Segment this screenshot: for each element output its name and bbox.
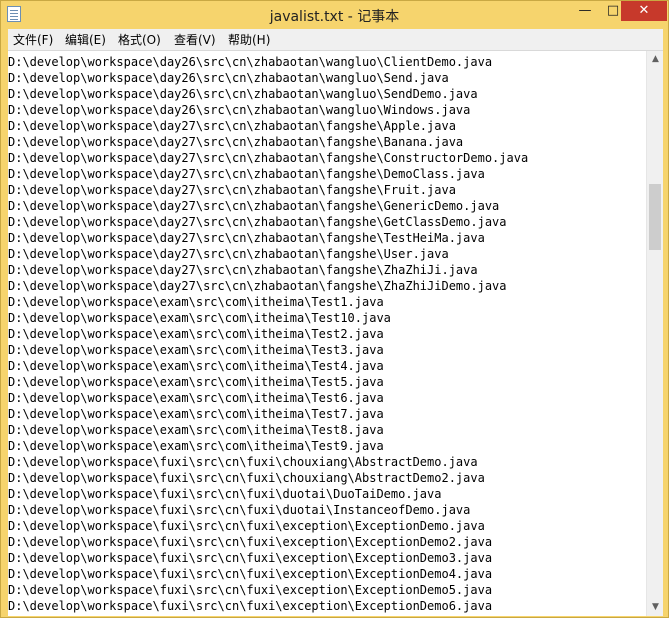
text-line: D:\develop\workspace\exam\src\com\itheim… bbox=[8, 375, 384, 389]
text-line: D:\develop\workspace\day27\src\cn\zhabao… bbox=[8, 167, 485, 181]
text-line: D:\develop\workspace\day27\src\cn\zhabao… bbox=[8, 119, 456, 133]
text-line: D:\develop\workspace\fuxi\src\cn\fuxi\ex… bbox=[8, 519, 485, 533]
text-line: D:\develop\workspace\exam\src\com\itheim… bbox=[8, 327, 384, 341]
text-line: D:\develop\workspace\exam\src\com\itheim… bbox=[8, 359, 384, 373]
text-line: D:\develop\workspace\day26\src\cn\zhabao… bbox=[8, 55, 493, 69]
text-line: D:\develop\workspace\day27\src\cn\zhabao… bbox=[8, 199, 500, 213]
text-line: D:\develop\workspace\fuxi\src\cn\fuxi\du… bbox=[8, 487, 442, 501]
text-line: D:\develop\workspace\fuxi\src\cn\fuxi\ch… bbox=[8, 455, 478, 469]
menu-file[interactable]: 文件(F) bbox=[13, 31, 53, 48]
menu-help[interactable]: 帮助(H) bbox=[228, 31, 270, 48]
menu-view[interactable]: 查看(V) bbox=[174, 31, 216, 48]
minimize-button[interactable]: — bbox=[571, 1, 599, 21]
text-line: D:\develop\workspace\day26\src\cn\zhabao… bbox=[8, 87, 478, 101]
text-line: D:\develop\workspace\fuxi\src\cn\fuxi\ex… bbox=[8, 599, 493, 613]
text-line: D:\develop\workspace\day27\src\cn\zhabao… bbox=[8, 247, 449, 261]
text-line: D:\develop\workspace\fuxi\src\cn\fuxi\ex… bbox=[8, 567, 493, 581]
text-line: D:\develop\workspace\day27\src\cn\zhabao… bbox=[8, 263, 478, 277]
notepad-window: javalist.txt - 记事本 — □ ✕ 文件(F) 编辑(E) 格式(… bbox=[0, 0, 669, 618]
text-line: D:\develop\workspace\day27\src\cn\zhabao… bbox=[8, 135, 464, 149]
text-line: D:\develop\workspace\exam\src\com\itheim… bbox=[8, 439, 384, 453]
text-line: D:\develop\workspace\day26\src\cn\zhabao… bbox=[8, 71, 449, 85]
text-line: D:\develop\workspace\day27\src\cn\zhabao… bbox=[8, 151, 529, 165]
text-line: D:\develop\workspace\exam\src\com\itheim… bbox=[8, 407, 384, 421]
text-line: D:\develop\workspace\day27\src\cn\zhabao… bbox=[8, 215, 507, 229]
title-bar[interactable]: javalist.txt - 记事本 — □ ✕ bbox=[1, 1, 668, 28]
vertical-scrollbar[interactable]: ▲ ▼ bbox=[646, 51, 663, 616]
text-line: D:\develop\workspace\exam\src\com\itheim… bbox=[8, 295, 384, 309]
text-line: D:\develop\workspace\day26\src\cn\zhabao… bbox=[8, 103, 471, 117]
text-content[interactable]: D:\develop\workspace\day26\src\cn\zhabao… bbox=[8, 54, 646, 614]
menu-format[interactable]: 格式(O) bbox=[118, 31, 161, 48]
scrollbar-thumb[interactable] bbox=[649, 184, 661, 250]
text-line: D:\develop\workspace\exam\src\com\itheim… bbox=[8, 423, 384, 437]
text-line: D:\develop\workspace\fuxi\src\cn\fuxi\ex… bbox=[8, 583, 493, 597]
text-line: D:\develop\workspace\day27\src\cn\zhabao… bbox=[8, 183, 456, 197]
text-editor[interactable]: D:\develop\workspace\day26\src\cn\zhabao… bbox=[8, 50, 663, 616]
text-line: D:\develop\workspace\exam\src\com\itheim… bbox=[8, 343, 384, 357]
close-button[interactable]: ✕ bbox=[621, 1, 667, 21]
window-title: javalist.txt - 记事本 bbox=[269, 9, 400, 25]
text-line: D:\develop\workspace\exam\src\com\itheim… bbox=[8, 311, 391, 325]
text-line: D:\develop\workspace\fuxi\src\cn\fuxi\ex… bbox=[8, 551, 493, 565]
text-line: D:\develop\workspace\fuxi\src\cn\fuxi\du… bbox=[8, 503, 471, 517]
text-line: D:\develop\workspace\day27\src\cn\zhabao… bbox=[8, 279, 507, 293]
text-line: D:\develop\workspace\day27\src\cn\zhabao… bbox=[8, 231, 485, 245]
menu-bar: 文件(F) 编辑(E) 格式(O) 查看(V) 帮助(H) bbox=[8, 29, 663, 50]
text-line: D:\develop\workspace\fuxi\src\cn\fuxi\ex… bbox=[8, 535, 493, 549]
scroll-down-arrow-icon[interactable]: ▼ bbox=[647, 599, 663, 616]
text-line: D:\develop\workspace\exam\src\com\itheim… bbox=[8, 391, 384, 405]
menu-edit[interactable]: 编辑(E) bbox=[65, 31, 106, 48]
scroll-up-arrow-icon[interactable]: ▲ bbox=[647, 51, 663, 68]
text-line: D:\develop\workspace\fuxi\src\cn\fuxi\ch… bbox=[8, 471, 485, 485]
